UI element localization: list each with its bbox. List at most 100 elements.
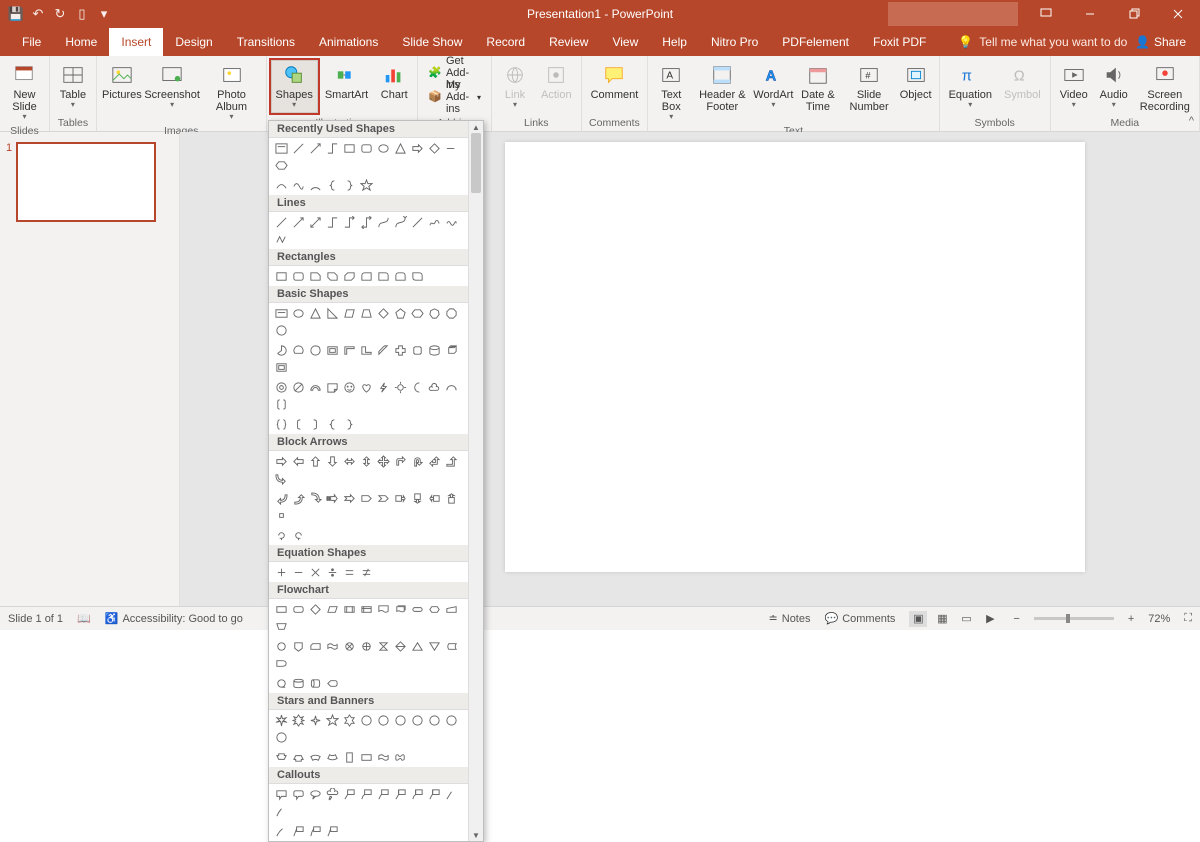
tab-foxitpdf[interactable]: Foxit PDF [861,28,938,56]
shape-line[interactable] [290,140,306,156]
shape-hexagon2[interactable] [409,305,425,321]
shape-round2-same[interactable] [392,268,408,284]
shape-rect[interactable] [273,268,289,284]
tab-record[interactable]: Record [474,28,537,56]
zoom-in-button[interactable]: + [1128,613,1134,625]
shape-curved-double[interactable] [409,214,425,230]
shape-line-callout3-border-accent[interactable] [324,823,340,839]
shape-brace-right[interactable] [341,177,357,193]
shape-folded-corner[interactable] [324,379,340,395]
shape-elbow[interactable] [324,214,340,230]
shape-decagon[interactable] [273,322,289,338]
shape-manual-op[interactable] [273,618,289,634]
shape-bevel[interactable] [273,359,289,375]
shape-plaque[interactable] [409,342,425,358]
save-icon[interactable]: 💾 [8,6,24,22]
shape-10-star[interactable] [392,712,408,728]
shape-notched-arrow[interactable] [341,490,357,506]
header-footer-button[interactable]: Header & Footer [692,60,752,116]
slide-number-button[interactable]: # Slide Number [844,60,895,116]
screenshot-button[interactable]: Screenshot ▾ [145,60,200,113]
text-box-button[interactable]: A Text Box ▾ [652,60,690,125]
restore-button[interactable] [1112,0,1156,28]
shape-double-bracket[interactable] [273,396,289,412]
ribbon-display-options[interactable] [1024,0,1068,28]
notes-button[interactable]: ≐ Notes [769,612,811,625]
shape-right-arrow[interactable] [273,453,289,469]
shape-internal-storage[interactable] [358,601,374,617]
shape-rt-triangle[interactable] [324,305,340,321]
shape-heart[interactable] [358,379,374,395]
shape-4-star[interactable] [307,712,323,728]
shape-trapezoid[interactable] [358,305,374,321]
shape-block-arc[interactable] [307,379,323,395]
tab-view[interactable]: View [600,28,650,56]
shape-connector-fc[interactable] [273,638,289,654]
shape-no-sign[interactable] [290,379,306,395]
symbol-button[interactable]: Ω Symbol [999,60,1046,104]
shape-line-callout2-border-accent[interactable] [307,823,323,839]
qat-more-icon[interactable]: ▾ [96,6,112,22]
scroll-thumb[interactable] [471,133,481,193]
shape-horizontal-scroll[interactable] [358,749,374,765]
shape-line[interactable] [273,214,289,230]
shape-line-callout2-accent[interactable] [409,786,425,802]
shape-manual-input[interactable] [443,601,459,617]
shape-extract[interactable] [409,638,425,654]
shape-scribble[interactable] [443,214,459,230]
scroll-down-icon[interactable]: ▼ [469,829,483,841]
shape-heptagon[interactable] [426,305,442,321]
shape-6-star[interactable] [341,712,357,728]
shape-round-rect[interactable] [290,268,306,284]
shape-preparation[interactable] [426,601,442,617]
zoom-handle[interactable] [1066,614,1070,623]
shape-half-frame[interactable] [341,342,357,358]
shape-line-callout1[interactable] [341,786,357,802]
shape-quad-arrow[interactable] [375,453,391,469]
comment-button[interactable]: Comment [586,60,644,104]
action-button[interactable]: Action [536,60,577,104]
sorter-view-icon[interactable]: ▦ [933,611,951,627]
shape-display[interactable] [324,675,340,691]
tab-review[interactable]: Review [537,28,600,56]
shape-triangle[interactable] [392,140,408,156]
shape-bent-up-arrow[interactable] [443,453,459,469]
fit-to-window-button[interactable]: ⛶ [1184,612,1192,625]
shape-lightning[interactable] [375,379,391,395]
shape-double-wave[interactable] [392,749,408,765]
shape-elbow-arrow[interactable] [341,214,357,230]
shape-can[interactable] [426,342,442,358]
shape-polygon-line[interactable] [273,231,289,247]
shape-merge[interactable] [426,638,442,654]
shape-quad-callout[interactable] [273,507,289,523]
shape-line-arrow[interactable] [290,214,306,230]
shape-arrow-open[interactable] [443,140,459,156]
tab-animations[interactable]: Animations [307,28,390,56]
slideshow-icon[interactable]: ▯ [74,6,90,22]
shape-direct-access[interactable] [307,675,323,691]
tab-transitions[interactable]: Transitions [225,28,307,56]
shapes-button[interactable]: Shapes ▾ [271,60,318,113]
shape-circular-arrow[interactable] [273,527,289,543]
shape-oval2[interactable] [290,305,306,321]
equation-button[interactable]: π Equation ▾ [944,60,997,113]
shape-bent-arrow[interactable] [392,453,408,469]
shape-curved-up[interactable] [290,490,306,506]
tab-file[interactable]: File [10,28,53,56]
shape-snip2-same[interactable] [324,268,340,284]
tab-nitropro[interactable]: Nitro Pro [699,28,770,56]
shape-explosion1[interactable] [273,712,289,728]
language-icon[interactable]: 📖 [77,612,91,625]
date-time-button[interactable]: Date & Time [794,60,841,116]
shape-left-callout[interactable] [426,490,442,506]
shape-not-equal[interactable] [358,564,374,580]
link-button[interactable]: Link ▾ [496,60,534,113]
audio-button[interactable]: Audio ▾ [1095,60,1133,113]
video-button[interactable]: Video ▾ [1055,60,1093,113]
shape-textbox[interactable] [273,140,289,156]
shape-curved-left[interactable] [273,490,289,506]
shape-line-double-arrow[interactable] [307,214,323,230]
shape-line-arrow[interactable] [307,140,323,156]
shape-minus-sign[interactable] [290,564,306,580]
shape-24-star[interactable] [443,712,459,728]
